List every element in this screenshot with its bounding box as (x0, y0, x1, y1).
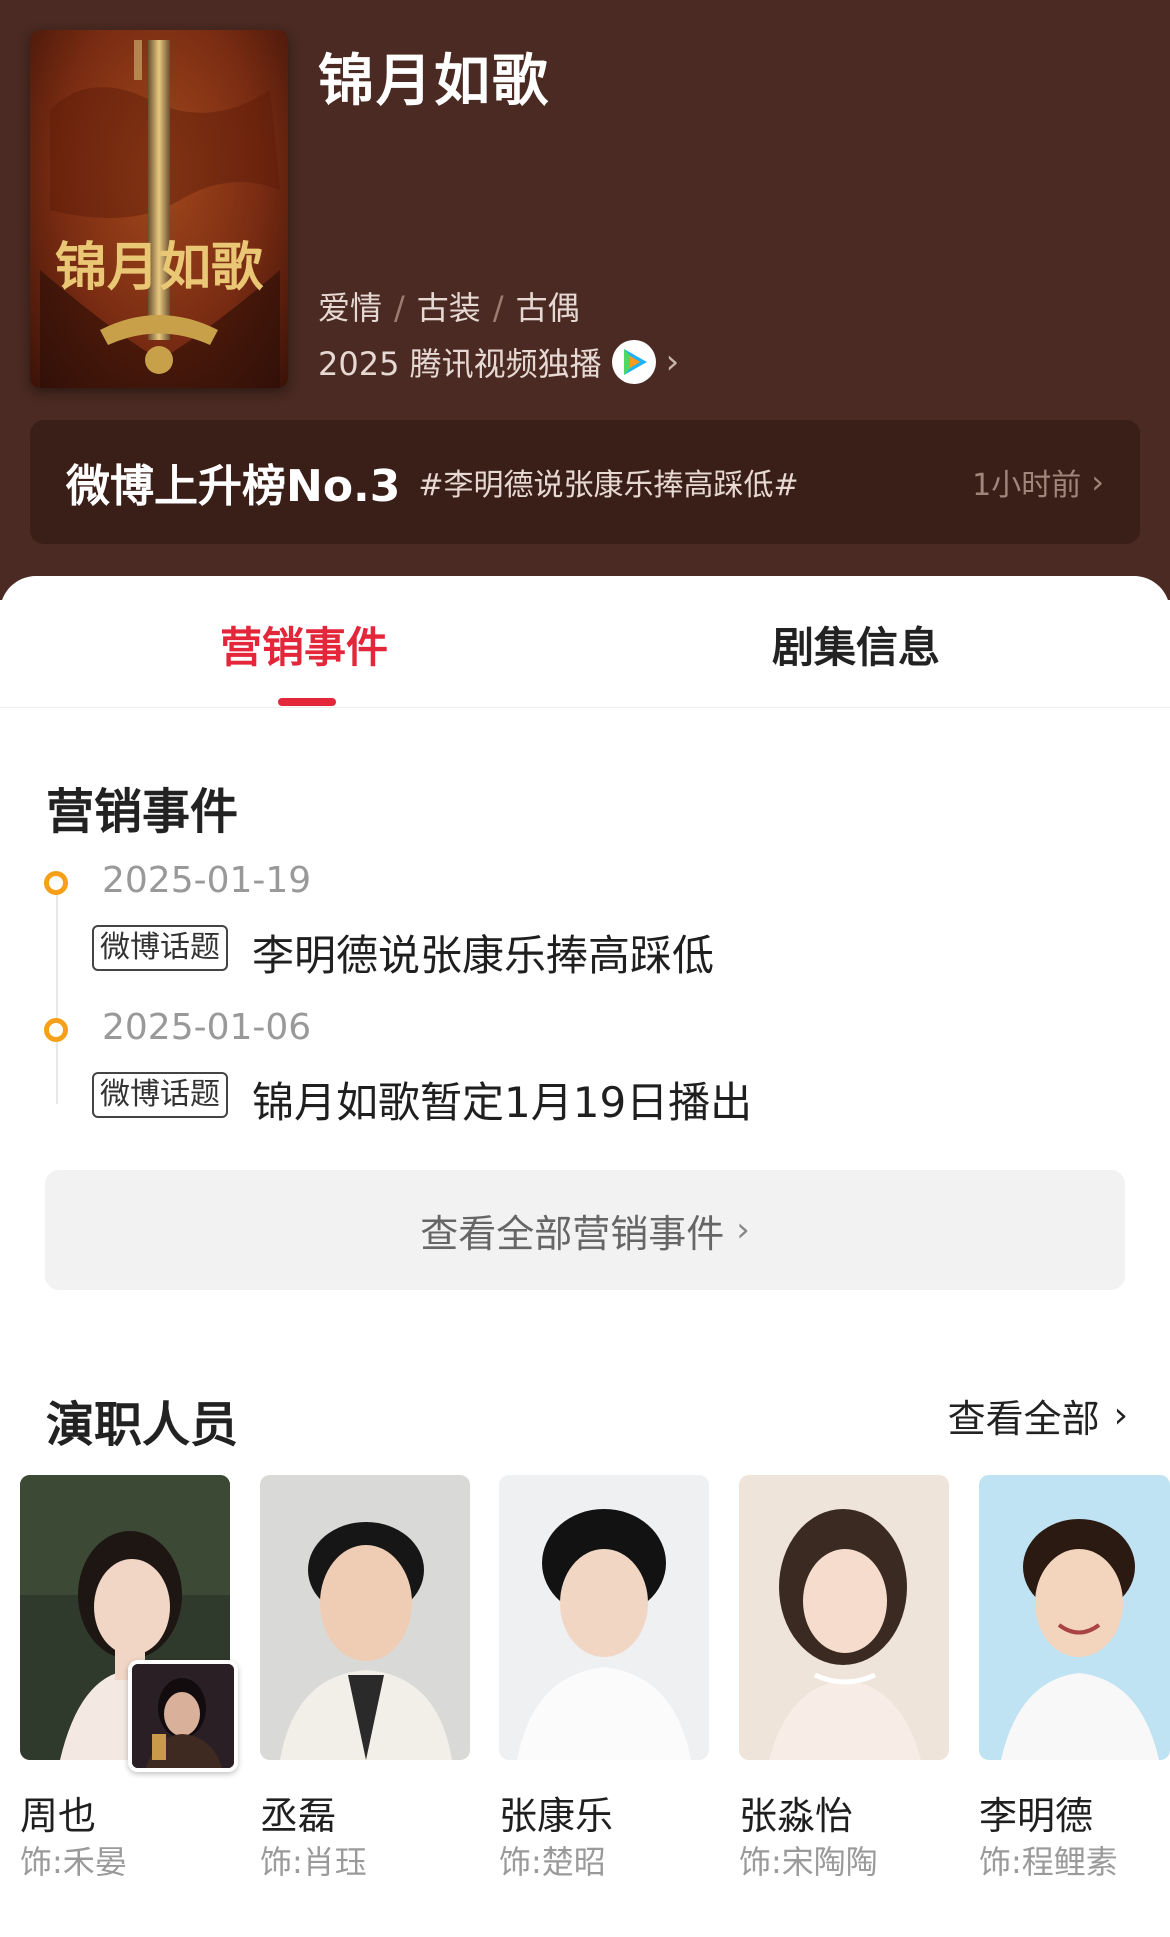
actor-name: 张淼怡 (739, 1794, 854, 1838)
cast-card[interactable]: 张淼怡 饰:宋陶陶 (739, 1475, 949, 1881)
timeline-dot (44, 1018, 68, 1042)
cast-view-all-button[interactable]: 查看全部 › (948, 1388, 1128, 1443)
actor-role: 饰:禾晏 (20, 1843, 127, 1881)
actor-role: 饰:肖珏 (260, 1843, 367, 1881)
event-tag: 微博话题 (92, 1072, 228, 1118)
actor-name: 李明德 (979, 1794, 1094, 1838)
actor-role: 饰:宋陶陶 (739, 1843, 878, 1881)
poster-art: 锦月如歌 (40, 40, 280, 388)
rank-title: 微博上升榜No.3 (66, 461, 401, 512)
timeline-line (56, 890, 58, 1104)
genre-separator: / (492, 289, 504, 327)
poster-title: 锦月如歌 (55, 237, 264, 298)
chevron-right-icon: › (736, 1210, 750, 1250)
show-poster[interactable]: 锦月如歌 (30, 30, 288, 388)
cast-card[interactable]: 张康乐 饰:楚昭 (499, 1475, 709, 1881)
event-title[interactable]: 锦月如歌暂定1月19日播出 (252, 1069, 752, 1130)
character-thumbnail (128, 1660, 238, 1772)
actor-photo (739, 1475, 949, 1760)
event-date: 2025-01-19 (102, 860, 312, 901)
cast-view-all-label: 查看全部 (947, 1397, 1100, 1441)
genre-separator: / (394, 289, 405, 327)
event-date: 2025-01-06 (102, 1007, 312, 1048)
active-tab-indicator (278, 698, 336, 706)
cast-card[interactable]: 李明德 饰:程鲤素 (979, 1475, 1170, 1881)
actor-name: 周也 (20, 1794, 97, 1838)
view-all-events-button[interactable]: 查看全部营销事件 › (45, 1170, 1125, 1290)
actor-photo (260, 1475, 470, 1760)
event-tag: 微博话题 (92, 925, 228, 971)
actor-name: 张康乐 (499, 1794, 614, 1838)
weibo-rank-bar[interactable]: 微博上升榜No.3 #李明德说张康乐捧高踩低# 1小时前 › (30, 420, 1140, 544)
actor-photo (979, 1475, 1170, 1760)
show-header: 锦月如歌 锦月如歌 爱情 / 古装 / 古偶 2025 腾讯视频独播 › 微博上升榜No… (0, 0, 1170, 600)
genre-tag[interactable]: 古装 (417, 289, 481, 327)
actor-role: 饰:程鲤素 (979, 1843, 1118, 1881)
event-title[interactable]: 李明德说张康乐捧高踩低 (252, 922, 714, 983)
actor-role: 饰:楚昭 (499, 1843, 606, 1881)
genre-tag[interactable]: 古偶 (516, 289, 580, 327)
actor-name: 丞磊 (260, 1794, 337, 1838)
cast-section-title: 演职人员 (46, 1397, 239, 1453)
tencent-video-icon (611, 340, 656, 384)
timeline-dot (44, 871, 68, 895)
chevron-right-icon: › (1113, 1395, 1128, 1436)
actor-photo (499, 1475, 709, 1760)
rank-topic: #李明德说张康乐捧高踩低# (418, 468, 799, 503)
broadcast-label: 2025 腾讯视频独播 (318, 345, 602, 383)
chevron-right-icon: › (665, 342, 680, 382)
marketing-section-title: 营销事件 (46, 784, 239, 840)
show-title: 锦月如歌 (318, 49, 550, 114)
chevron-right-icon: › (1091, 463, 1104, 501)
broadcast-info[interactable]: 2025 腾讯视频独播 › (318, 339, 679, 385)
genre-list: 爱情 / 古装 / 古偶 (318, 283, 580, 329)
rank-time: 1小时前 (972, 468, 1082, 503)
genre-tag[interactable]: 爱情 (318, 289, 382, 327)
cast-card[interactable]: 丞磊 饰:肖珏 (260, 1475, 470, 1881)
tab-bar: 营销事件 剧集信息 (0, 576, 1170, 708)
tab-marketing-events[interactable]: 营销事件 (220, 614, 388, 675)
view-all-events-label: 查看全部营销事件 (420, 1211, 725, 1256)
tab-series-info[interactable]: 剧集信息 (772, 614, 940, 675)
